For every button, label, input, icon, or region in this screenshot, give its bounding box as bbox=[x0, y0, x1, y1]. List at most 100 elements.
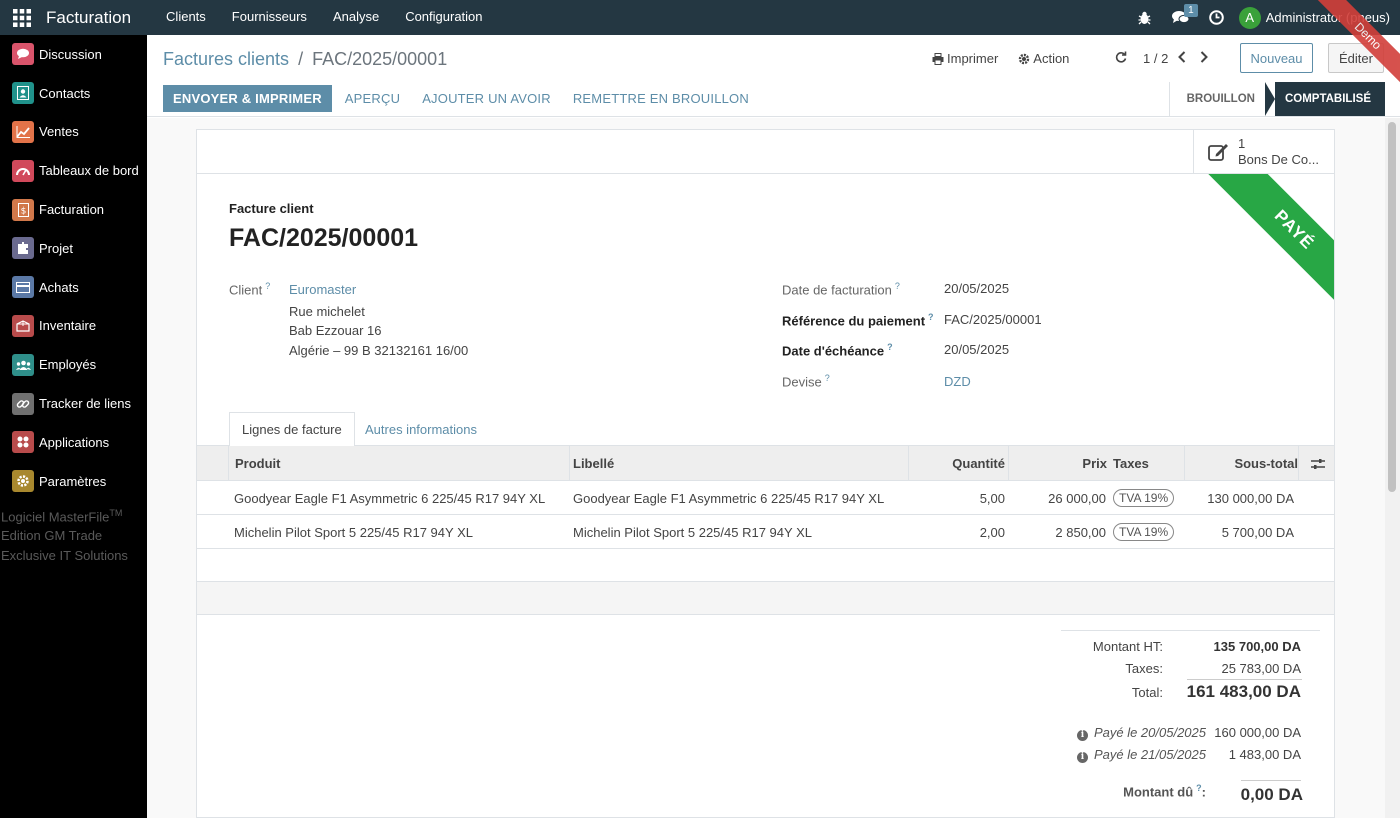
amount-due: 0,00 DA bbox=[1240, 785, 1303, 804]
help-icon[interactable]: ? bbox=[887, 342, 893, 352]
scrollbar[interactable] bbox=[1385, 118, 1400, 818]
header-label[interactable]: Libellé bbox=[569, 446, 908, 481]
reset-draft-button[interactable]: REMETTRE EN BROUILLON bbox=[562, 85, 760, 112]
new-button[interactable]: Nouveau bbox=[1240, 43, 1313, 73]
menu-configuration[interactable]: Configuration bbox=[392, 0, 495, 35]
add-credit-note-button[interactable]: AJOUTER UN AVOIR bbox=[411, 85, 562, 112]
sidebar-item-contacts[interactable]: Contacts bbox=[0, 74, 147, 113]
footer-line3: Exclusive IT Solutions bbox=[1, 547, 128, 563]
sidebar-item-inventaire[interactable]: Inventaire bbox=[0, 307, 147, 346]
payment-line-1: i Payé le 20/05/2025 bbox=[1076, 725, 1206, 741]
breadcrumb-parent[interactable]: Factures clients bbox=[163, 49, 289, 69]
footer-line1: Logiciel MasterFile bbox=[1, 508, 110, 524]
sidebar-item-tableaux-de-bord[interactable]: Tableaux de bord bbox=[0, 151, 147, 190]
action-button[interactable]: Action bbox=[1018, 51, 1069, 66]
breadcrumb: Factures clients / FAC/2025/00001 bbox=[163, 49, 447, 70]
row-product: Michelin Pilot Sport 5 225/45 R17 94Y XL bbox=[234, 524, 473, 540]
send-print-button[interactable]: ENVOYER & IMPRIMER bbox=[163, 85, 332, 112]
payment-amount: 1 483,00 DA bbox=[1228, 747, 1301, 762]
table-row[interactable]: Michelin Pilot Sport 5 225/45 R17 94Y XL… bbox=[197, 515, 1334, 549]
row-tax: TVA 19% bbox=[1113, 515, 1175, 549]
header-price[interactable]: Prix bbox=[1008, 446, 1109, 481]
sidebar-item-label: Paramètres bbox=[39, 473, 107, 489]
sidebar-item-employes[interactable]: Employés bbox=[0, 345, 147, 384]
table-row[interactable]: Goodyear Eagle F1 Asymmetric 6 225/45 R1… bbox=[197, 481, 1334, 515]
sales-icon bbox=[12, 120, 34, 143]
app-brand[interactable]: Facturation bbox=[46, 8, 131, 28]
sidebar-item-tracker-de-liens[interactable]: Tracker de liens bbox=[0, 384, 147, 423]
tab-invoice-lines[interactable]: Lignes de facture bbox=[229, 412, 355, 447]
sidebar-item-label: Ventes bbox=[39, 124, 79, 140]
optional-columns-icon[interactable] bbox=[1298, 446, 1334, 481]
sidebar-item-facturation[interactable]: $ Facturation bbox=[0, 190, 147, 229]
help-icon[interactable]: ? bbox=[895, 281, 900, 291]
totals-divider bbox=[1061, 630, 1320, 631]
bug-icon[interactable] bbox=[1127, 0, 1163, 35]
menu-analyse[interactable]: Analyse bbox=[320, 0, 392, 35]
total-amount: 161 483,00 DA bbox=[1186, 682, 1301, 701]
untaxed-label: Montant HT: bbox=[1092, 639, 1163, 654]
invoice-date-value: 20/05/2025 bbox=[944, 281, 1010, 296]
edit-icon bbox=[1208, 144, 1228, 161]
sidebar-item-parametres[interactable]: Paramètres bbox=[0, 462, 147, 501]
help-icon[interactable]: ? bbox=[265, 281, 270, 291]
preview-button[interactable]: APERÇU bbox=[334, 85, 411, 112]
pager-value[interactable]: 1 / 2 bbox=[1143, 51, 1168, 66]
sidebar-item-projet[interactable]: Projet bbox=[0, 229, 147, 268]
app-grid-icon[interactable] bbox=[0, 0, 44, 35]
amount-due-label-text: Montant dû bbox=[1123, 784, 1194, 800]
currency-value[interactable]: DZD bbox=[944, 374, 971, 389]
help-icon[interactable]: ? bbox=[928, 312, 934, 322]
payment-date-label: Payé le 21/05/2025 bbox=[1093, 747, 1206, 762]
sidebar-item-label: Projet bbox=[39, 240, 73, 256]
invoice-lines-table: Produit Libellé Quantité Prix Taxes Sous… bbox=[197, 446, 1334, 615]
action-label: Action bbox=[1033, 51, 1070, 66]
header-handle-cell bbox=[197, 446, 228, 481]
help-icon[interactable]: ? bbox=[825, 373, 830, 383]
purchase-orders-smart-button[interactable]: 1 Bons De Co... bbox=[1193, 130, 1334, 174]
sidebar-item-ventes[interactable]: Ventes bbox=[0, 113, 147, 152]
sidebar-item-applications[interactable]: Applications bbox=[0, 423, 147, 462]
table-footer bbox=[197, 582, 1334, 615]
total-label: Total: bbox=[1131, 685, 1163, 700]
sidebar-item-discussion[interactable]: Discussion bbox=[0, 35, 147, 74]
taxes-label: Taxes: bbox=[1125, 661, 1163, 676]
menu-fournisseurs[interactable]: Fournisseurs bbox=[219, 0, 320, 35]
breadcrumb-separator: / bbox=[298, 49, 304, 69]
client-name[interactable]: Euromaster bbox=[289, 282, 356, 297]
document-number: FAC/2025/00001 bbox=[229, 224, 419, 252]
document-type: Facture client bbox=[229, 201, 314, 216]
print-button[interactable]: Imprimer bbox=[932, 51, 998, 66]
top-navbar: Facturation Clients Fournisseurs Analyse… bbox=[0, 0, 1400, 35]
pager-next-icon[interactable] bbox=[1200, 51, 1209, 66]
svg-text:$: $ bbox=[20, 206, 26, 216]
client-address-line1: Rue michelet bbox=[289, 304, 365, 319]
pager-prev-icon[interactable] bbox=[1178, 51, 1186, 66]
sidebar-item-label: Tableaux de bord bbox=[39, 163, 139, 179]
clock-icon[interactable] bbox=[1199, 0, 1235, 35]
row-subtotal: 130 000,00 DA bbox=[1207, 490, 1294, 506]
header-subtotal[interactable]: Sous-total bbox=[1184, 446, 1298, 481]
status-draft[interactable]: BROUILLON bbox=[1168, 82, 1265, 116]
due-date-value: 20/05/2025 bbox=[944, 342, 1010, 357]
dashboard-icon bbox=[12, 159, 34, 182]
refresh-icon[interactable] bbox=[1115, 51, 1127, 66]
row-quantity: 2,00 bbox=[979, 524, 1005, 540]
tab-other-info[interactable]: Autres informations bbox=[353, 412, 489, 446]
empty-row bbox=[197, 549, 1334, 582]
cp-actions: Imprimer Action bbox=[932, 51, 1089, 66]
header-taxes[interactable]: Taxes bbox=[1109, 446, 1184, 481]
messages-badge: 1 bbox=[1184, 4, 1198, 17]
due-date-label-text: Date d'échéance bbox=[782, 343, 885, 359]
header-quantity[interactable]: Quantité bbox=[908, 446, 1008, 481]
sidebar-item-achats[interactable]: Achats bbox=[0, 268, 147, 307]
employees-icon bbox=[12, 353, 34, 376]
messages-icon[interactable]: 1 bbox=[1163, 0, 1199, 35]
header-product[interactable]: Produit bbox=[228, 446, 569, 481]
sidebar-item-label: Achats bbox=[39, 279, 79, 295]
info-icon[interactable]: i bbox=[1076, 752, 1088, 763]
menu-clients[interactable]: Clients bbox=[153, 0, 219, 35]
payment-ref-label-text: Référence du paiement bbox=[782, 313, 926, 329]
scrollbar-thumb[interactable] bbox=[1388, 122, 1396, 492]
info-icon[interactable]: i bbox=[1076, 730, 1088, 741]
